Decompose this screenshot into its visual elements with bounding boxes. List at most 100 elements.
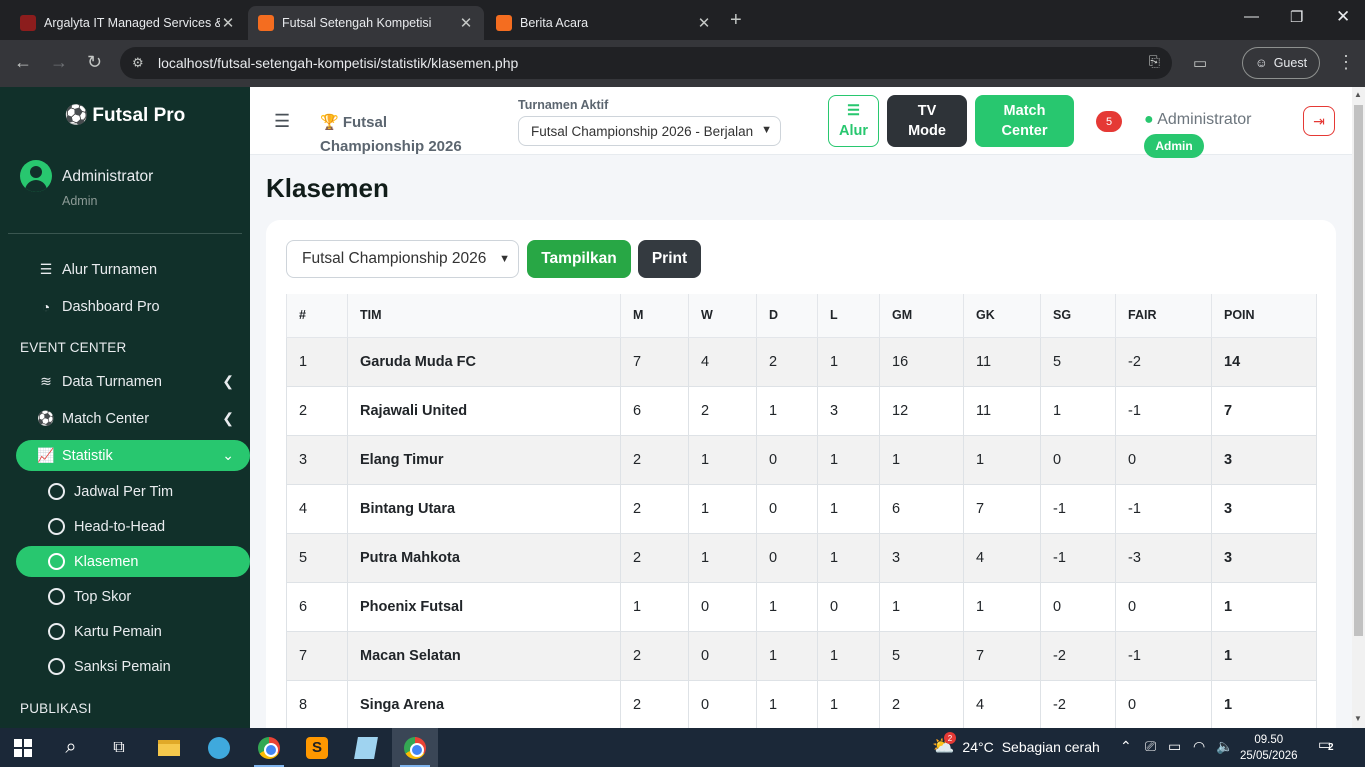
- chrome-taskbar-icon[interactable]: [246, 728, 292, 767]
- network-app-icon[interactable]: [196, 728, 242, 767]
- scroll-down-icon[interactable]: ▼: [1354, 714, 1362, 723]
- table-cell: 0: [688, 630, 757, 681]
- translate-icon[interactable]: ⎘: [1149, 53, 1160, 70]
- close-tab-icon[interactable]: ✕: [220, 14, 236, 32]
- page-scrollbar[interactable]: ▲ ▼: [1352, 87, 1365, 728]
- close-window-icon[interactable]: ✕: [1336, 7, 1350, 27]
- tournament-name-text: Futsal Championship 2026: [320, 114, 462, 155]
- sidebar-subitem-jadwal-per-tim[interactable]: Jadwal Per Tim: [16, 476, 250, 507]
- sublime-text-icon[interactable]: S: [294, 728, 340, 767]
- chrome-active-taskbar-icon[interactable]: [392, 728, 438, 767]
- search-icon[interactable]: ⌕: [48, 728, 94, 767]
- cast-icon[interactable]: ▭: [1193, 54, 1207, 72]
- column-header: L: [817, 294, 880, 338]
- web-page: ⚽ Futsal Pro Administrator Admin ☰ Alur T…: [0, 87, 1365, 728]
- user-circle-icon: ●: [1144, 111, 1154, 128]
- list-check-icon: ☰: [847, 103, 860, 119]
- reload-icon[interactable]: ↻: [87, 52, 102, 73]
- user-name: Administrator: [62, 168, 154, 185]
- team-cell: Bintang Utara: [347, 483, 621, 534]
- sidebar-subitem-label: Kartu Pemain: [74, 623, 162, 640]
- minimize-icon[interactable]: —: [1244, 8, 1259, 25]
- column-header: M: [620, 294, 689, 338]
- sidebar-item-statistik[interactable]: 📈 Statistik ⌄: [16, 440, 250, 471]
- table-cell: 4: [286, 483, 348, 534]
- weather-widget[interactable]: ⛅ 2 24°C Sebagian cerah: [932, 732, 1100, 757]
- team-cell: Phoenix Futsal: [347, 581, 621, 632]
- table-cell: 0: [756, 532, 818, 583]
- logout-button[interactable]: ⇥: [1303, 106, 1335, 136]
- address-bar[interactable]: ⚙ localhost/futsal-setengah-kompetisi/st…: [120, 47, 1172, 79]
- tournament-select[interactable]: Futsal Championship 2026 ▼: [286, 240, 519, 278]
- sidebar-subitem-kartu-pemain[interactable]: Kartu Pemain: [16, 616, 250, 647]
- volume-icon[interactable]: 🔈: [1216, 738, 1233, 755]
- restore-icon[interactable]: ❐: [1290, 8, 1303, 26]
- table-cell: 1: [963, 581, 1041, 632]
- table-cell: 0: [688, 581, 757, 632]
- sidebar-subitem-top-skor[interactable]: Top Skor: [16, 581, 250, 612]
- table-cell: 1: [756, 581, 818, 632]
- column-header: GK: [963, 294, 1041, 338]
- sidebar-item-data-turnamen[interactable]: ≋ Data Turnamen ❮: [16, 366, 250, 397]
- points-cell: 3: [1211, 434, 1317, 485]
- table-cell: 2: [620, 679, 689, 728]
- wifi-icon[interactable]: ◠: [1193, 738, 1205, 755]
- close-tab-icon[interactable]: ✕: [696, 14, 712, 32]
- sidebar-subitem-sanksi-pemain[interactable]: Sanksi Pemain: [16, 651, 250, 682]
- circle-icon: [48, 588, 65, 605]
- table-cell: 2: [620, 483, 689, 534]
- battery-icon[interactable]: ▭: [1168, 738, 1181, 755]
- tv-mode-label: TV Mode: [908, 103, 946, 139]
- chevron-up-icon[interactable]: ⌃: [1120, 738, 1132, 755]
- windows-start-icon[interactable]: [0, 728, 46, 767]
- notification-center-icon[interactable]: ▭ 2: [1318, 736, 1338, 754]
- site-info-icon[interactable]: ⚙: [132, 55, 144, 71]
- brand[interactable]: ⚽ Futsal Pro: [0, 103, 250, 127]
- team-cell: Singa Arena: [347, 679, 621, 728]
- browser-tab-futsal[interactable]: Futsal Setengah Kompetisi ✕: [248, 6, 484, 40]
- active-tournament-label: Turnamen Aktif: [518, 98, 609, 112]
- sidebar-subitem-head-to-head[interactable]: Head-to-Head: [16, 511, 250, 542]
- circle-icon: [48, 518, 65, 535]
- table-cell: 0: [1115, 581, 1212, 632]
- profile-button[interactable]: ☺ Guest: [1242, 47, 1320, 79]
- new-tab-icon[interactable]: +: [730, 9, 742, 32]
- hamburger-menu-icon[interactable]: ☰: [274, 111, 290, 132]
- tv-mode-button[interactable]: TV Mode: [887, 95, 967, 147]
- notepad-icon[interactable]: [343, 728, 389, 767]
- table-cell: 1: [688, 483, 757, 534]
- browser-tab-berita-acara[interactable]: Berita Acara ✕: [486, 6, 722, 40]
- back-icon[interactable]: ←: [14, 52, 32, 73]
- close-tab-icon[interactable]: ✕: [458, 14, 474, 32]
- print-button[interactable]: Print: [638, 240, 701, 278]
- menu-dots-icon[interactable]: ⋮: [1337, 52, 1355, 73]
- system-clock[interactable]: 09.50 25/05/2026: [1240, 732, 1298, 764]
- browser-tab-argalyta[interactable]: Argalyta IT Managed Services & ✕: [10, 6, 246, 40]
- forward-icon[interactable]: →: [50, 52, 68, 73]
- scroll-up-icon[interactable]: ▲: [1354, 90, 1362, 99]
- active-tournament-select[interactable]: Futsal Championship 2026 - Berjalan ▼: [518, 116, 781, 146]
- table-cell: 6: [620, 385, 689, 436]
- admin-user-menu[interactable]: ● Administrator: [1144, 111, 1251, 129]
- points-cell: 3: [1211, 532, 1317, 583]
- sidebar-item-match-center[interactable]: ⚽ Match Center ❮: [16, 403, 250, 434]
- task-view-icon[interactable]: ⧉: [96, 728, 142, 767]
- table-cell: -1: [1040, 483, 1116, 534]
- circle-icon: [48, 553, 65, 570]
- meet-now-icon[interactable]: ⎚: [1145, 738, 1156, 755]
- file-explorer-icon[interactable]: [146, 728, 192, 767]
- sidebar-subitem-klasemen[interactable]: Klasemen: [16, 546, 250, 577]
- chart-line-icon: 📈: [37, 447, 55, 463]
- clock-time: 09.50: [1254, 734, 1284, 746]
- alur-button[interactable]: ☰ Alur: [828, 95, 879, 147]
- match-center-button[interactable]: Match Center: [975, 95, 1074, 147]
- notification-badge[interactable]: 5: [1096, 111, 1122, 132]
- sidebar-item-dashboard-pro[interactable]: ◔ Dashboard Pro: [16, 291, 250, 322]
- chevron-left-icon: ❮: [222, 373, 234, 389]
- sidebar-item-alur-turnamen[interactable]: ☰ Alur Turnamen: [16, 254, 250, 285]
- table-cell: 12: [879, 385, 964, 436]
- scrollbar-thumb[interactable]: [1354, 105, 1363, 636]
- tampilkan-button[interactable]: Tampilkan: [527, 240, 631, 278]
- sign-out-icon: ⇥: [1313, 112, 1325, 129]
- sidebar-subitem-label: Jadwal Per Tim: [74, 483, 174, 500]
